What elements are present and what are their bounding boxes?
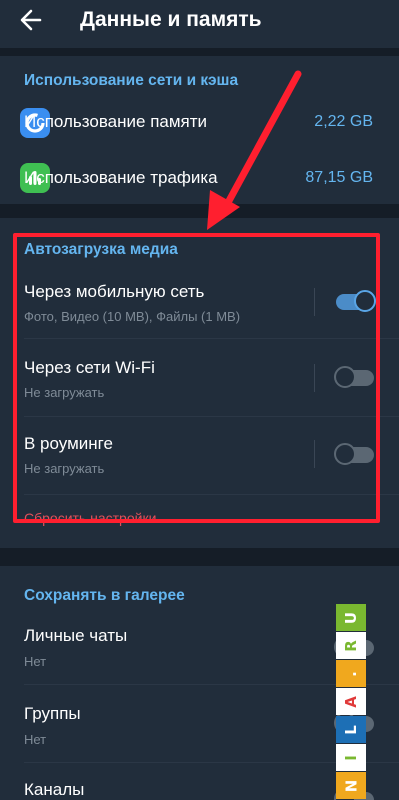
storage-usage-label: Использование памяти <box>24 112 208 131</box>
watermark-letter: . <box>336 660 366 687</box>
groups-label: Группы <box>24 704 81 723</box>
page-title: Данные и память <box>80 8 262 31</box>
back-arrow-icon[interactable] <box>16 6 50 34</box>
section-heading-gallery: Сохранять в галерее <box>24 587 185 604</box>
private-chats-label: Личные чаты <box>24 626 128 645</box>
channels-label: Каналы <box>24 780 85 799</box>
watermark-letter: N <box>336 772 366 799</box>
network-usage-section: Использование сети и кэша Использование … <box>0 56 399 204</box>
watermark-letter: U <box>336 604 366 631</box>
private-chats-subtitle: Нет <box>24 654 47 669</box>
top-app-bar: Данные и память <box>0 0 399 48</box>
traffic-usage-label: Использование трафика <box>24 168 218 187</box>
section-heading-network: Использование сети и кэша <box>24 72 239 89</box>
watermark-letter: I <box>336 744 366 771</box>
groups-subtitle: Нет <box>24 732 47 747</box>
storage-usage-value: 2,22 GB <box>314 113 373 130</box>
watermark-letter: L <box>336 716 366 743</box>
watermark-letter: A <box>336 688 366 715</box>
annotation-highlight-frame <box>13 233 380 523</box>
watermark-letter: R <box>336 632 366 659</box>
traffic-usage-value: 87,15 GB <box>305 169 373 186</box>
unila-watermark-logo: UR.ALINU <box>336 604 366 800</box>
